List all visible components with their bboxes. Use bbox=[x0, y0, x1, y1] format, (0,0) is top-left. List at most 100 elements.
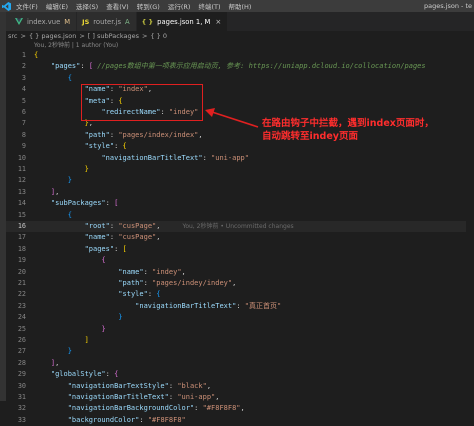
code-line[interactable]: 31 "navigationBarTitleText": "uni-app", bbox=[6, 392, 466, 403]
breadcrumb-separator: > bbox=[79, 32, 85, 40]
file-type-icon: JS bbox=[82, 17, 90, 26]
menu-item[interactable]: 查看(V) bbox=[102, 1, 133, 11]
code-text: ], bbox=[50, 358, 60, 367]
line-number: 25 bbox=[17, 324, 26, 333]
code-line[interactable]: 5 "meta": { bbox=[6, 96, 466, 107]
breadcrumb-item[interactable]: [ ] subPackages bbox=[88, 32, 139, 40]
codelens-blame[interactable]: You, 2秒钟前 | 1 author (You) bbox=[34, 41, 118, 50]
menu-item[interactable]: 选择(S) bbox=[72, 1, 102, 11]
tab-0[interactable]: Vueindex.vueM bbox=[6, 12, 78, 31]
line-number: 27 bbox=[17, 347, 26, 356]
line-number: 9 bbox=[21, 142, 26, 151]
line-number: 2 bbox=[21, 62, 26, 71]
line-number: 22 bbox=[17, 290, 26, 299]
menu-item[interactable]: 转到(G) bbox=[133, 1, 164, 11]
line-number: 19 bbox=[17, 256, 26, 265]
tab-label: pages.json 1, M bbox=[157, 17, 211, 26]
code-line[interactable]: 33 "backgroundColor": "#F8F8F8" bbox=[6, 415, 466, 426]
tab-1[interactable]: JS router.js A bbox=[77, 12, 137, 31]
menu-item[interactable]: 编辑(E) bbox=[42, 1, 72, 11]
code-line[interactable]: 17 "name": "cusPage", bbox=[6, 232, 466, 243]
code-text: "subPackages": [ bbox=[50, 199, 119, 208]
git-status-badge: M bbox=[64, 17, 71, 26]
line-number: 3 bbox=[21, 73, 26, 82]
line-number: 30 bbox=[17, 381, 26, 390]
code-line[interactable]: 2 "pages": [ //pages数组中第一项表示应用启动页, 参考: h… bbox=[6, 61, 466, 72]
code-line[interactable]: 10 "navigationBarTitleText": "uni-app" bbox=[6, 153, 466, 164]
code-editor[interactable]: 1{2 "pages": [ //pages数组中第一项表示应用启动页, 参考:… bbox=[6, 50, 474, 424]
code-text: "path": "pages/index/index", bbox=[84, 130, 203, 139]
code-line[interactable]: 30 "navigationBarTextStyle": "black", bbox=[6, 381, 466, 392]
code-line[interactable]: 18 "pages": [ bbox=[6, 244, 466, 255]
code-text: "pages": [ //pages数组中第一项表示应用启动页, 参考: htt… bbox=[50, 62, 426, 71]
line-number: 18 bbox=[17, 244, 26, 253]
code-line[interactable]: 14 "subPackages": [ bbox=[6, 198, 466, 209]
code-text: "navigationBarTitleText": "uni-app" bbox=[101, 153, 249, 162]
line-number: 12 bbox=[17, 176, 26, 185]
code-text: "navigationBarTitleText": "uni-app", bbox=[67, 393, 220, 401]
window-title: pages.json - te bbox=[423, 2, 472, 10]
line-number: 5 bbox=[21, 96, 26, 105]
line-number: 26 bbox=[17, 336, 26, 344]
code-line[interactable]: 19 { bbox=[6, 255, 466, 266]
code-line[interactable]: 21 "path": "pages/indey/indey", bbox=[6, 278, 466, 289]
menu-bar: 文件(F) 编辑(E) 选择(S) 查看(V) 转到(G) 运行(R) 终端(T) 帮助(H) bbox=[12, 1, 255, 11]
code-text: ] bbox=[84, 336, 89, 344]
file-type-icon: { } bbox=[141, 17, 154, 26]
breadcrumb-separator: > bbox=[141, 32, 148, 40]
vscode-logo-icon bbox=[0, 0, 12, 12]
code-text: } bbox=[67, 176, 72, 185]
code-line[interactable]: 32 "navigationBarBackgroundColor": "#F8F… bbox=[6, 403, 466, 414]
code-text: ], bbox=[50, 187, 60, 196]
code-text: } bbox=[84, 165, 89, 173]
menu-item[interactable]: 帮助(H) bbox=[224, 1, 255, 11]
code-line[interactable]: 27 } bbox=[6, 346, 466, 357]
code-line[interactable]: 11 } bbox=[6, 164, 466, 175]
code-line[interactable]: 24 } bbox=[6, 312, 466, 323]
code-line[interactable]: 4 "name": "index", bbox=[6, 84, 466, 95]
line-number: 32 bbox=[17, 404, 26, 413]
menu-item[interactable]: 终端(T) bbox=[194, 1, 224, 11]
code-text: "globalStyle": { bbox=[50, 370, 119, 379]
line-number: 28 bbox=[17, 358, 26, 367]
tab-label: index.vue bbox=[27, 17, 61, 26]
tab-2[interactable]: { } pages.json 1, M × bbox=[136, 12, 229, 31]
code-line[interactable]: 13 ], bbox=[6, 187, 466, 198]
code-line[interactable]: 16 "root": "cusPage", You, 2秒钟前 • Uncommi… bbox=[6, 221, 466, 233]
code-line[interactable]: 25 } bbox=[6, 324, 466, 335]
breadcrumb-item[interactable]: { } pages.json bbox=[29, 32, 76, 40]
annotation-note: 在路由钩子中拦截，遇到index页面时， 自动跳转至indey页面 bbox=[262, 117, 434, 143]
annotation-line-1: 在路由钩子中拦截，遇到index页面时， bbox=[262, 118, 434, 129]
line-number: 21 bbox=[17, 279, 26, 287]
line-number: 11 bbox=[17, 165, 26, 173]
code-line[interactable]: 28 ], bbox=[6, 358, 466, 369]
breadcrumb-item[interactable]: { } 0 bbox=[150, 32, 167, 40]
line-number: 33 bbox=[17, 415, 26, 424]
code-text: "style": { bbox=[118, 290, 161, 299]
code-line[interactable]: 15 { bbox=[6, 210, 466, 221]
line-number: 16 bbox=[17, 222, 26, 230]
line-number: 6 bbox=[21, 108, 26, 116]
line-number: 1 bbox=[21, 51, 26, 59]
close-icon[interactable]: × bbox=[215, 18, 221, 26]
code-line[interactable]: 26 ] bbox=[6, 335, 466, 346]
code-line[interactable]: 23 "navigationBarTitleText": "真正首页" bbox=[6, 301, 466, 312]
code-line[interactable]: 22 "style": { bbox=[6, 289, 466, 300]
line-number: 15 bbox=[17, 210, 26, 219]
code-line[interactable]: 12 } bbox=[6, 175, 466, 186]
menu-item[interactable]: 运行(R) bbox=[164, 1, 195, 11]
code-text: "name": "cusPage", bbox=[84, 233, 161, 242]
code-line[interactable]: 3 { bbox=[6, 73, 466, 84]
code-text: { bbox=[67, 210, 72, 219]
menu-item[interactable]: 文件(F) bbox=[12, 1, 42, 11]
breadcrumb-separator: > bbox=[20, 32, 26, 40]
annotation-line-2: 自动跳转至indey页面 bbox=[262, 131, 358, 142]
code-line[interactable]: 1{ bbox=[6, 50, 466, 61]
breadcrumb[interactable]: src >{ } pages.json >[ ] subPackages >{ } 0 bbox=[6, 31, 474, 41]
breadcrumb-item[interactable]: src bbox=[8, 32, 18, 40]
inline-blame: You, 2秒钟前 • Uncommitted changes bbox=[182, 223, 294, 230]
line-number: 29 bbox=[17, 370, 26, 379]
code-line[interactable]: 20 "name": "indey", bbox=[6, 267, 466, 278]
git-status-badge: A bbox=[124, 17, 130, 26]
code-line[interactable]: 29 "globalStyle": { bbox=[6, 369, 466, 380]
